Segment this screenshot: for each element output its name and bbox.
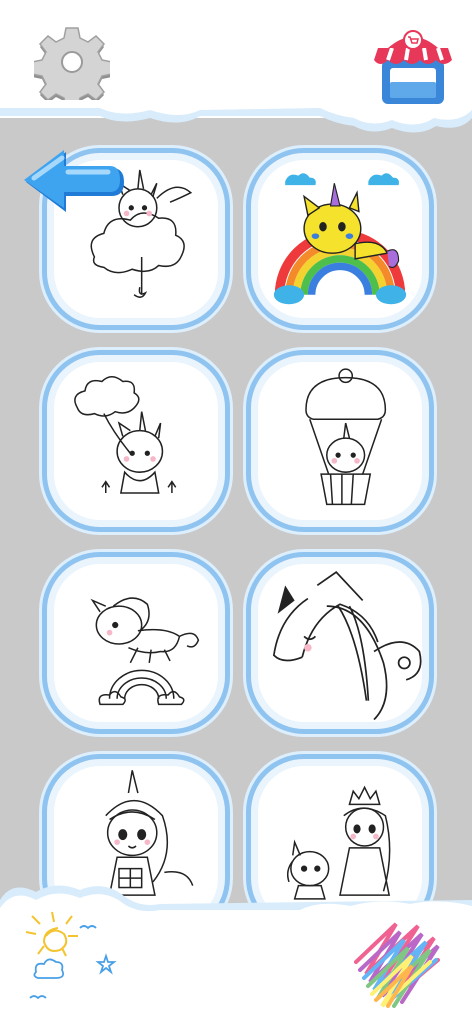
unicorn-in-cupcake-balloon-drawing: [305, 368, 387, 506]
unicorn-cat-with-balloon-drawing: [74, 375, 177, 494]
unicorn-cat-on-rainbow-drawing: [273, 173, 407, 305]
coloring-page-2[interactable]: [246, 148, 434, 330]
rainbow-scribble-icon: [354, 922, 440, 1008]
coloring-page-6[interactable]: [246, 552, 434, 734]
store-button[interactable]: [372, 24, 454, 110]
unicorn-closeup-drawing: [272, 571, 422, 721]
coloring-page-5[interactable]: [42, 552, 230, 734]
gear-icon: [34, 27, 110, 100]
back-button[interactable]: [22, 146, 126, 220]
coloring-page-3[interactable]: [42, 350, 230, 532]
settings-button[interactable]: [34, 24, 110, 100]
back-arrow-icon: [24, 150, 124, 212]
sun-doodle-icon: [25, 911, 117, 1000]
unicorn-jumping-rainbow-drawing: [90, 597, 200, 706]
coloring-page-4[interactable]: [246, 350, 434, 532]
shop-icon: [374, 30, 452, 104]
